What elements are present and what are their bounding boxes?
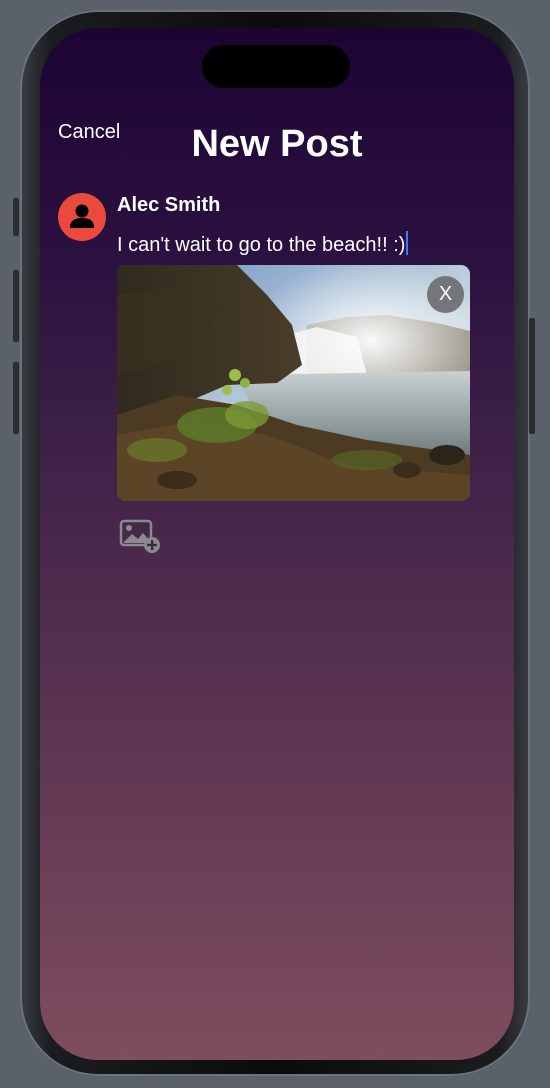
dynamic-island	[202, 45, 350, 88]
action-button	[13, 198, 19, 236]
remove-photo-button[interactable]: X	[427, 276, 464, 313]
add-photo-button[interactable]	[119, 518, 163, 554]
post-text-input[interactable]: I can't wait to go to the beach!! :)	[117, 231, 409, 257]
post-text-value: I can't wait to go to the beach!! :)	[117, 234, 406, 256]
volume-up-button	[13, 270, 19, 342]
person-icon	[70, 204, 94, 228]
app-screen: Cancel New Post Alec Smith I can't wait …	[40, 28, 514, 1060]
author-name: Alec Smith	[117, 194, 221, 216]
text-cursor	[406, 231, 409, 255]
volume-down-button	[13, 362, 19, 434]
power-button	[529, 318, 535, 434]
attached-photo	[117, 265, 470, 501]
add-photo-icon	[119, 519, 160, 553]
waterfall-photo-icon	[117, 265, 470, 501]
avatar	[58, 193, 106, 241]
page-title: New Post	[191, 123, 363, 165]
